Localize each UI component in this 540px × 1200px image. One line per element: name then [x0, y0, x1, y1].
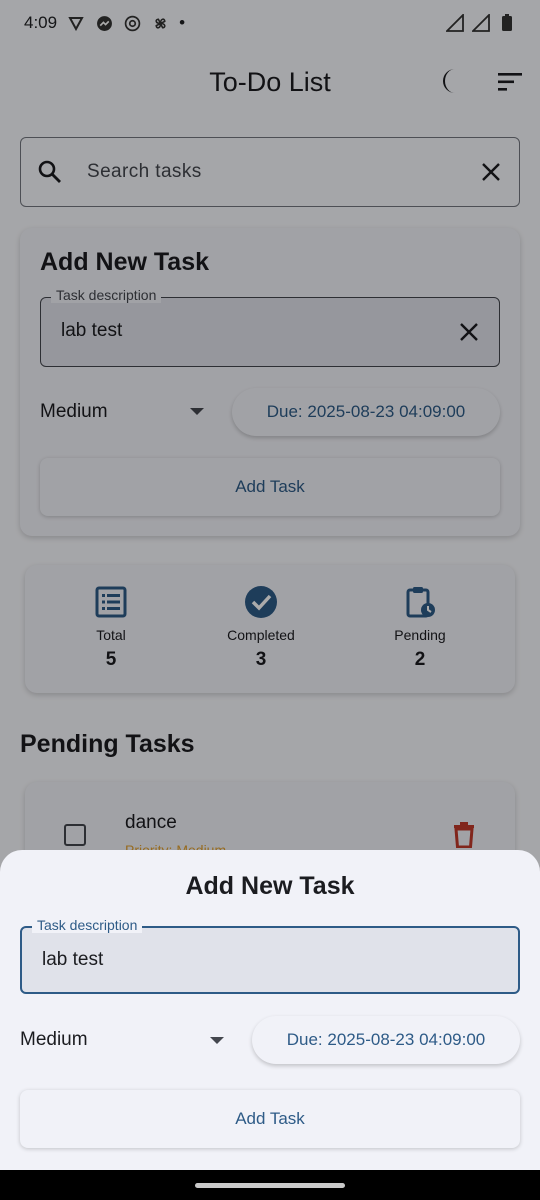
home-gesture-handle[interactable]	[195, 1183, 345, 1188]
navigation-bar	[0, 1170, 540, 1200]
add-task-sheet: Add New Task Task description lab test M…	[0, 850, 540, 1170]
sheet-add-task-button[interactable]: Add Task	[20, 1090, 520, 1148]
sheet-task-description-value: lab test	[42, 949, 104, 970]
sheet-due-date-button[interactable]: Due: 2025-08-23 04:09:00	[252, 1016, 520, 1064]
sheet-priority-dropdown[interactable]: Medium	[20, 1029, 88, 1051]
sheet-task-description-field[interactable]: Task description lab test	[20, 917, 520, 994]
sheet-chevron-down-icon[interactable]	[210, 1037, 224, 1044]
sheet-title: Add New Task	[185, 872, 355, 900]
sheet-task-description-label: Task description	[32, 917, 143, 933]
